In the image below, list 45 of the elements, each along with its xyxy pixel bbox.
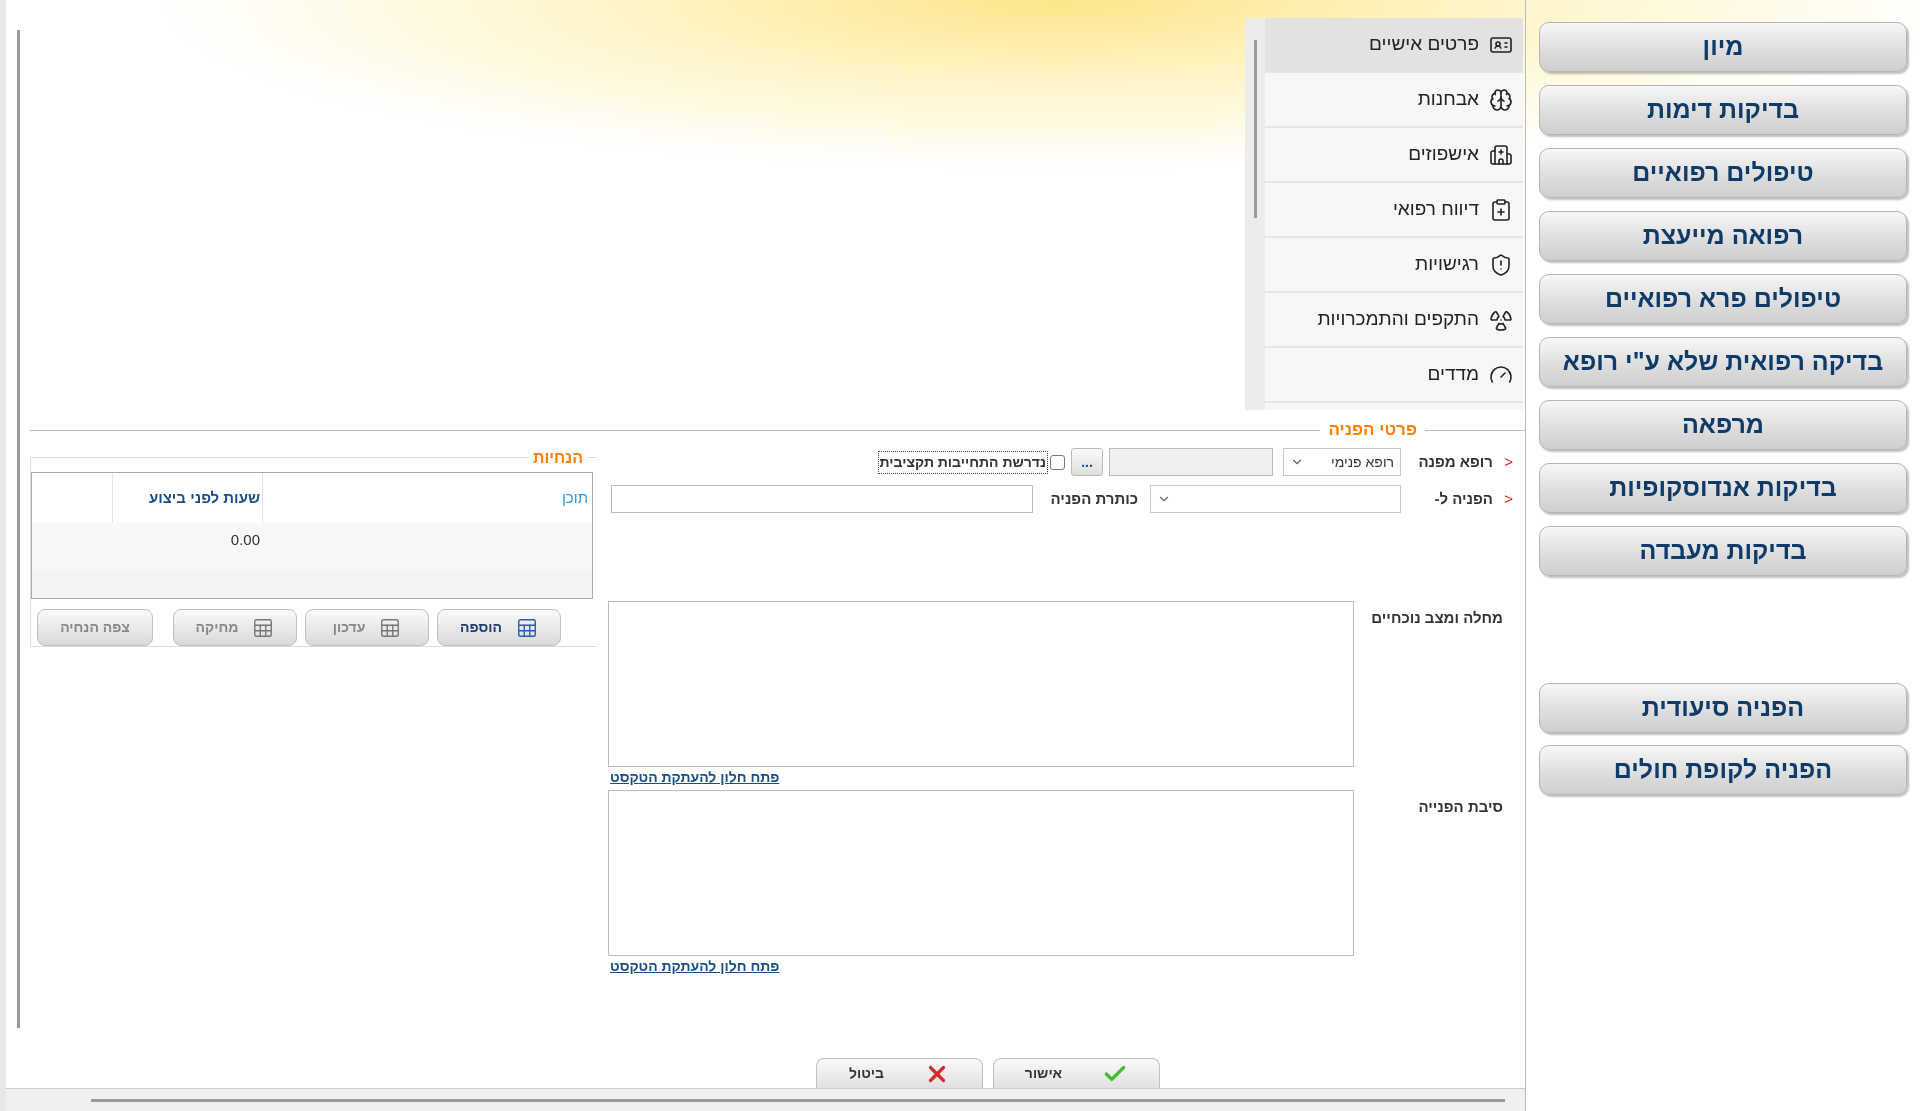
menu-button[interactable]: בדיקות דימות [1539, 85, 1907, 135]
lookup-button[interactable]: ... [1071, 448, 1103, 476]
table-icon [379, 616, 402, 639]
doctor-select[interactable]: רופא פנימי [1283, 448, 1401, 476]
field-label: הפניה ל- [1433, 488, 1493, 509]
clipboard-icon [1489, 197, 1513, 222]
table-icon [252, 616, 275, 639]
scrollbar-thumb[interactable] [91, 1098, 1505, 1102]
scrollbar-thumb[interactable] [1253, 40, 1257, 218]
required-mark: < [1503, 451, 1513, 472]
hospital-icon [1489, 142, 1513, 167]
menu-button[interactable]: בדיקות אנדוסקופיות [1539, 463, 1907, 513]
cancel-button[interactable]: ביטול [816, 1058, 983, 1088]
menu-button[interactable]: בדיקות מעבדה [1539, 526, 1907, 576]
menu-button[interactable]: מיון [1539, 22, 1907, 72]
table-cell-text: 0.00 [229, 530, 261, 550]
nav-item[interactable]: פרטים אישיים [1265, 18, 1523, 73]
guideline-button[interactable]: הוספה [437, 609, 561, 646]
referral-select[interactable] [1150, 485, 1401, 513]
doctor-field[interactable] [1109, 448, 1273, 476]
scrollbar-thumb[interactable] [16, 30, 20, 1028]
menu-button[interactable]: טיפולים פרא רפואיים [1539, 274, 1907, 324]
alert-icon [1489, 252, 1513, 277]
field-label: סיבת הפנייה [1417, 797, 1504, 817]
checkbox-label[interactable]: נדרשת התחייבות תקציבית [877, 450, 1048, 474]
menu-button[interactable]: רפואה מייעצת [1539, 211, 1907, 261]
menu-button[interactable]: טיפולים רפואיים [1539, 148, 1907, 198]
copy-text-link[interactable]: פתח חלון להעתקת הטקסט [610, 767, 780, 788]
title-field[interactable] [611, 485, 1033, 513]
table-icon [515, 616, 538, 639]
referral-button[interactable]: הפניה סיעודית [1539, 683, 1907, 733]
referral-button[interactable]: הפניה לקופת חולים [1539, 745, 1907, 795]
budget-checkbox[interactable] [1050, 454, 1065, 470]
field-label: כותרת הפניה [1049, 488, 1139, 509]
copy-text-link[interactable]: פתח חלון להעתקת הטקסט [610, 956, 780, 977]
text-area[interactable] [608, 790, 1354, 956]
required-mark: < [1503, 488, 1513, 509]
field-label: מחלה ומצב נוכחיים [1370, 608, 1504, 628]
field-label: רופא מפנה [1417, 451, 1493, 472]
text-area[interactable] [608, 601, 1354, 767]
menu-button[interactable]: בדיקה רפואית שלא ע"י רופא [1539, 337, 1907, 387]
section-title: פרטי הפניה [1327, 419, 1418, 442]
ok-button[interactable]: אישור [993, 1058, 1160, 1088]
brain-icon [1489, 87, 1513, 112]
menu-button[interactable]: מרפאה [1539, 400, 1907, 450]
